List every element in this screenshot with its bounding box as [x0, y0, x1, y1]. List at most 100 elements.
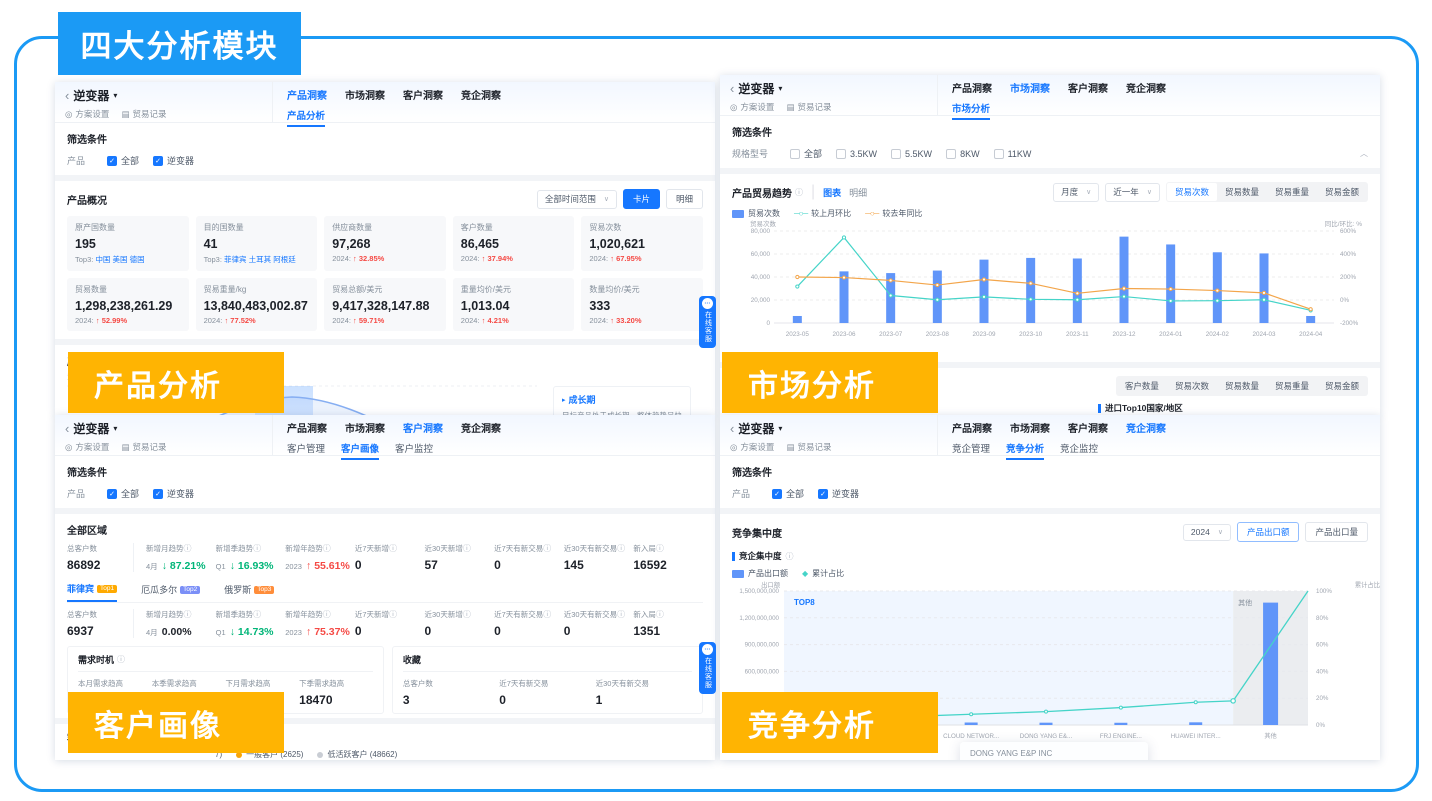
- trade-records-link[interactable]: ▤贸易记录: [121, 441, 166, 453]
- checkbox-unchecked-icon[interactable]: [891, 149, 901, 159]
- checkbox-unchecked-icon[interactable]: [836, 149, 846, 159]
- subtab-2[interactable]: 客户画像: [341, 441, 379, 460]
- trade-records-link[interactable]: ▤贸易记录: [121, 108, 166, 120]
- top3-links[interactable]: 菲律宾 土耳其 阿根廷: [224, 255, 296, 264]
- card-view-button[interactable]: 卡片: [623, 189, 660, 209]
- checkbox-unchecked-icon[interactable]: [946, 149, 956, 159]
- nav-item-3[interactable]: 客户洞察: [403, 420, 443, 435]
- filter-option[interactable]: ✓逆变器: [818, 487, 859, 500]
- subtab-1[interactable]: 竞企管理: [952, 441, 990, 460]
- nav-item-1[interactable]: 产品洞察: [952, 80, 992, 95]
- period-select[interactable]: 月度∨: [1053, 183, 1099, 202]
- back-icon[interactable]: ‹: [730, 421, 734, 436]
- scheme-settings-link[interactable]: ◎方案设置: [65, 441, 109, 453]
- trade-records-link[interactable]: ▤贸易记录: [786, 101, 831, 113]
- collapse-icon[interactable]: ︿: [1360, 148, 1368, 159]
- checkbox-checked-icon[interactable]: ✓: [107, 156, 117, 166]
- nav-item-4[interactable]: 竞企洞察: [461, 87, 501, 102]
- tab-detail[interactable]: 明细: [849, 186, 867, 199]
- checkbox-checked-icon[interactable]: ✓: [107, 489, 117, 499]
- year-select[interactable]: 2024∨: [1183, 524, 1231, 541]
- top3-links[interactable]: 中国 美国 德国: [95, 255, 144, 264]
- stage-growth-card[interactable]: ▸成长期 目标产品处于成长期，整体趋势呈快速增长: [553, 386, 691, 415]
- filter-option[interactable]: ✓全部: [772, 487, 804, 500]
- checkbox-unchecked-icon[interactable]: [994, 149, 1004, 159]
- scheme-settings-link[interactable]: ◎方案设置: [730, 101, 774, 113]
- filter-option[interactable]: ✓逆变器: [153, 154, 194, 167]
- range-select[interactable]: 近一年∨: [1105, 183, 1160, 202]
- filter-option[interactable]: 3.5KW: [836, 149, 877, 159]
- filter-option[interactable]: 5.5KW: [891, 149, 932, 159]
- checkbox-checked-icon[interactable]: ✓: [153, 489, 163, 499]
- legend-item[interactable]: ◆累计占比: [802, 568, 844, 579]
- subtab-2[interactable]: 竞争分析: [1006, 441, 1044, 460]
- metric-button[interactable]: 贸易重量: [1267, 377, 1317, 395]
- filter-option[interactable]: ✓全部: [107, 154, 139, 167]
- legend-item[interactable]: 低活跃客户 (48662): [317, 749, 397, 760]
- filter-option[interactable]: 11KW: [994, 149, 1032, 159]
- subtab-1[interactable]: 市场分析: [952, 101, 990, 120]
- checkbox-checked-icon[interactable]: ✓: [153, 156, 163, 166]
- legend-item[interactable]: ─○─较上月环比: [794, 208, 851, 219]
- legend-item[interactable]: 产品出口额: [732, 568, 788, 579]
- product-selector[interactable]: 逆变器: [73, 87, 109, 104]
- country-tab-2[interactable]: 厄瓜多尔Top2: [141, 582, 200, 602]
- back-icon[interactable]: ‹: [65, 421, 69, 436]
- trade-records-link[interactable]: ▤贸易记录: [786, 441, 831, 453]
- subtab-1[interactable]: 产品分析: [287, 108, 325, 127]
- nav-item-2[interactable]: 市场洞察: [1010, 420, 1050, 435]
- nav-item-1[interactable]: 产品洞察: [952, 420, 992, 435]
- filter-option[interactable]: 8KW: [946, 149, 980, 159]
- nav-item-4[interactable]: 竞企洞察: [1126, 420, 1166, 435]
- scheme-settings-link[interactable]: ◎方案设置: [730, 441, 774, 453]
- nav-item-3[interactable]: 客户洞察: [403, 87, 443, 102]
- nav-item-4[interactable]: 竞企洞察: [1126, 80, 1166, 95]
- checkbox-unchecked-icon[interactable]: [790, 149, 800, 159]
- product-selector[interactable]: 逆变器: [738, 80, 774, 97]
- nav-item-2[interactable]: 市场洞察: [345, 87, 385, 102]
- metric-button[interactable]: 贸易次数: [1167, 183, 1217, 201]
- legend-item[interactable]: 贸易次数: [732, 208, 780, 219]
- product-selector[interactable]: 逆变器: [73, 420, 109, 437]
- export-value-button[interactable]: 产品出口额: [1237, 522, 1300, 542]
- scheme-settings-label: 方案设置: [740, 101, 774, 113]
- metric-button[interactable]: 贸易数量: [1217, 183, 1267, 201]
- country-tab-1[interactable]: 菲律宾Top1: [67, 582, 117, 602]
- metric-button[interactable]: 贸易重量: [1267, 183, 1317, 201]
- document-icon: ▤: [786, 442, 794, 453]
- online-service-button[interactable]: ··· 在线客服: [699, 642, 716, 694]
- nav-item-2[interactable]: 市场洞察: [1010, 80, 1050, 95]
- subtab-1[interactable]: 客户管理: [287, 441, 325, 460]
- nav-item-3[interactable]: 客户洞察: [1068, 420, 1108, 435]
- metric-button[interactable]: 贸易数量: [1217, 377, 1267, 395]
- nav-item-1[interactable]: 产品洞察: [287, 87, 327, 102]
- metric-button[interactable]: 客户数量: [1117, 377, 1167, 395]
- filter-option[interactable]: ✓全部: [107, 487, 139, 500]
- online-service-button[interactable]: ··· 在线客服: [699, 296, 716, 348]
- nav-item-3[interactable]: 客户洞察: [1068, 80, 1108, 95]
- filter-option[interactable]: 全部: [790, 147, 822, 160]
- back-icon[interactable]: ‹: [730, 81, 734, 96]
- filter-option[interactable]: ✓逆变器: [153, 487, 194, 500]
- subtab-3[interactable]: 客户监控: [395, 441, 433, 460]
- checkbox-checked-icon[interactable]: ✓: [818, 489, 828, 499]
- nav-item-4[interactable]: 竞企洞察: [461, 420, 501, 435]
- metric-button[interactable]: 贸易金额: [1317, 377, 1367, 395]
- metric-button[interactable]: 贸易金额: [1317, 183, 1367, 201]
- subtab-3[interactable]: 竞企监控: [1060, 441, 1098, 460]
- legend-item[interactable]: ─○─较去年同比: [865, 208, 922, 219]
- export-volume-button[interactable]: 产品出口量: [1305, 522, 1368, 542]
- checkbox-checked-icon[interactable]: ✓: [772, 489, 782, 499]
- tab-chart[interactable]: 图表: [823, 186, 841, 199]
- trend-prefix: 4月: [146, 628, 160, 637]
- product-selector[interactable]: 逆变器: [738, 420, 774, 437]
- metric-button[interactable]: 贸易次数: [1167, 377, 1217, 395]
- nav-item-1[interactable]: 产品洞察: [287, 420, 327, 435]
- country-tab-3[interactable]: 俄罗斯Top3: [224, 582, 274, 602]
- trend-year: 2024:: [204, 316, 225, 325]
- detail-view-button[interactable]: 明细: [666, 189, 703, 209]
- time-range-select[interactable]: 全部时间范围∨: [537, 190, 617, 209]
- nav-item-2[interactable]: 市场洞察: [345, 420, 385, 435]
- scheme-settings-link[interactable]: ◎方案设置: [65, 108, 109, 120]
- back-icon[interactable]: ‹: [65, 88, 69, 103]
